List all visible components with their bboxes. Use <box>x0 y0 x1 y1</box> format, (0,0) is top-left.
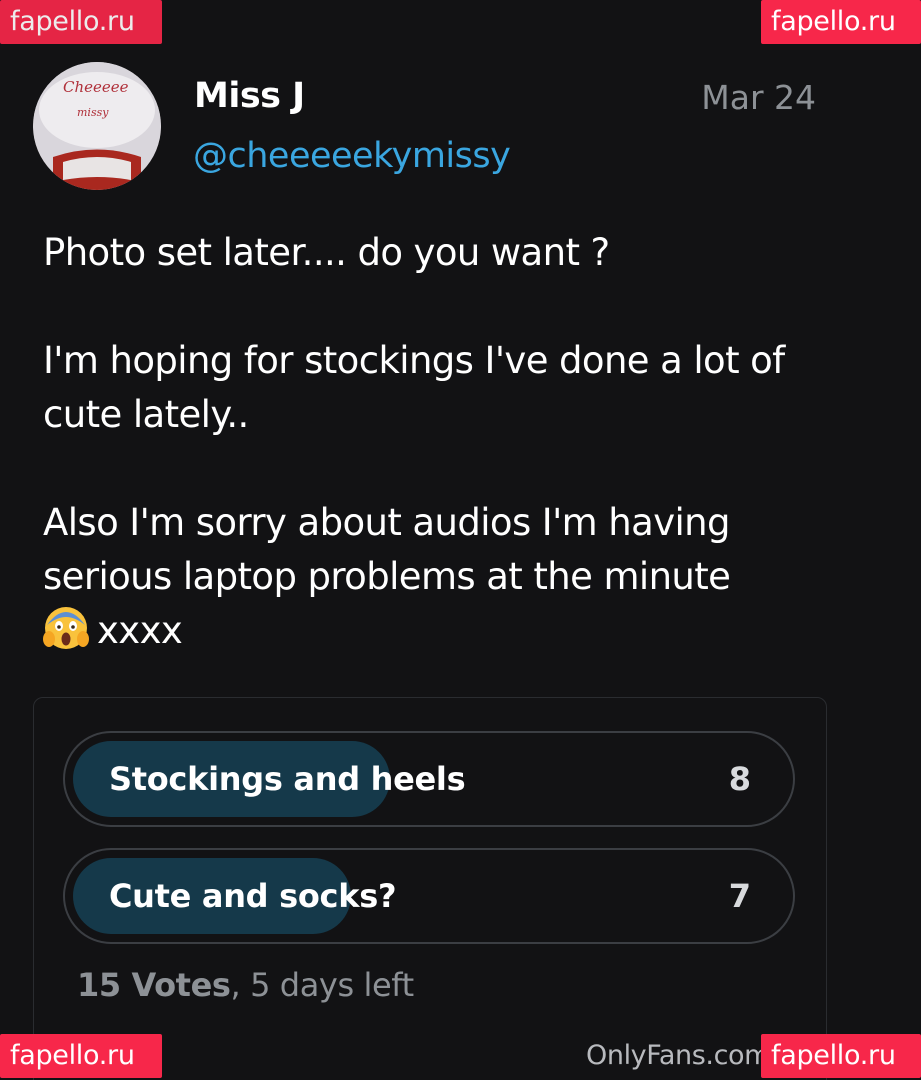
poll-vote-total: 15 Votes <box>77 966 231 1004</box>
watermark-bottom-right: fapello.ru <box>761 1034 921 1078</box>
source-watermark: OnlyFans.com <box>586 1040 771 1071</box>
face-screaming-in-fear-icon <box>43 605 89 666</box>
avatar-image: Cheeeee missy <box>33 62 161 190</box>
poll-time-left: , 5 days left <box>230 966 415 1004</box>
avatar-text-line1: Cheeeee <box>63 78 129 96</box>
poll-option[interactable]: Stockings and heels 8 <box>63 731 795 827</box>
post-paragraph: Photo set later.... do you want ? <box>43 231 610 274</box>
post-text: Photo set later.... do you want ? I'm ho… <box>43 226 843 666</box>
watermark-top-right: fapello.ru <box>761 0 921 44</box>
poll-option-label: Stockings and heels <box>109 760 466 798</box>
poll-summary: 15 Votes, 5 days left <box>77 966 414 1004</box>
post-page: Cheeeee missy Miss J @cheeeeekymissy Mar… <box>0 0 921 1080</box>
post-paragraph: Also I'm sorry about audios I'm having s… <box>43 496 843 666</box>
post-date[interactable]: Mar 24 <box>701 78 816 117</box>
poll-option-count: 7 <box>728 877 751 915</box>
post-sign-off: xxxx <box>97 609 183 652</box>
watermark-bottom-left: fapello.ru <box>0 1034 162 1078</box>
author-name[interactable]: Miss J <box>194 76 305 116</box>
post-paragraph-text: Also I'm sorry about audios I'm having s… <box>43 501 731 598</box>
author-handle[interactable]: @cheeeeekymissy <box>193 136 511 176</box>
watermark-top-left: fapello.ru <box>0 0 162 44</box>
poll-option-count: 8 <box>728 760 751 798</box>
poll-option-label: Cute and socks? <box>109 877 397 915</box>
poll-option[interactable]: Cute and socks? 7 <box>63 848 795 944</box>
avatar[interactable]: Cheeeee missy <box>33 62 161 190</box>
post-paragraph: I'm hoping for stockings I've done a lot… <box>43 339 785 436</box>
avatar-text-line2: missy <box>77 106 109 119</box>
